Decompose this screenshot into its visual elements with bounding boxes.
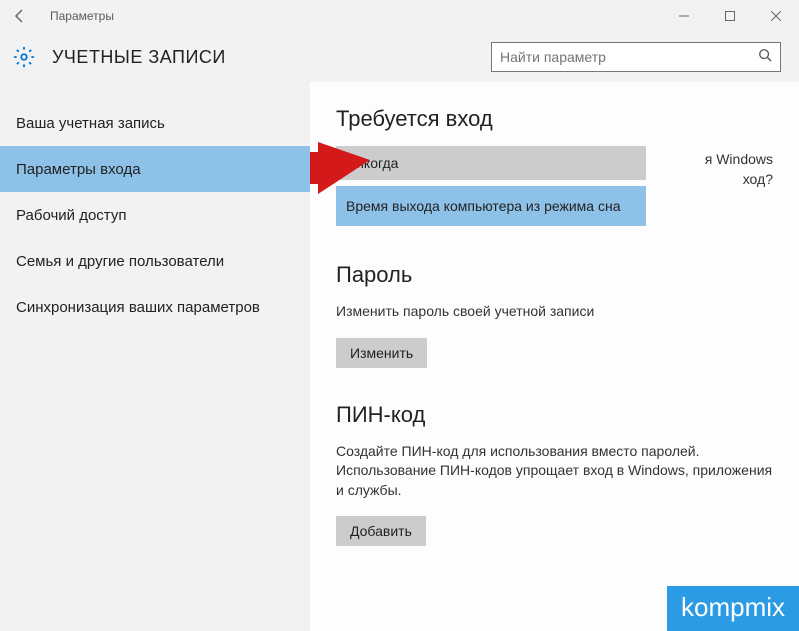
require-signin-dropdown-area: я Windows ход? Никогда Время выхода комп… — [336, 146, 773, 226]
section-heading-password: Пароль — [336, 262, 773, 288]
watermark-text: kompmix — [681, 592, 785, 622]
search-input[interactable] — [500, 49, 758, 65]
close-button[interactable] — [753, 0, 799, 32]
search-box[interactable] — [491, 42, 781, 72]
gear-icon — [12, 45, 36, 69]
window-title: Параметры — [50, 9, 114, 23]
sidebar: Ваша учетная запись Параметры входа Рабо… — [0, 82, 310, 631]
password-description: Изменить пароль своей учетной записи — [336, 302, 773, 322]
section-heading-signin: Требуется вход — [336, 106, 773, 132]
window-controls — [661, 0, 799, 32]
sidebar-item-signin-options[interactable]: Параметры входа — [0, 146, 310, 192]
annotation-arrow-icon — [310, 140, 372, 215]
content: Ваша учетная запись Параметры входа Рабо… — [0, 82, 799, 631]
section-heading-pin: ПИН-код — [336, 402, 773, 428]
section-require-signin: Требуется вход я Windows ход? Никогда Вр… — [336, 106, 773, 226]
sidebar-item-label: Рабочий доступ — [16, 207, 126, 224]
titlebar: Параметры — [0, 0, 799, 32]
page-title: УЧЕТНЫЕ ЗАПИСИ — [52, 47, 226, 68]
minimize-button[interactable] — [661, 0, 707, 32]
sidebar-item-family[interactable]: Семья и другие пользователи — [0, 238, 310, 284]
back-button[interactable] — [8, 4, 32, 28]
sidebar-item-label: Синхронизация ваших параметров — [16, 299, 260, 316]
change-password-button[interactable]: Изменить — [336, 338, 427, 368]
maximize-button[interactable] — [707, 0, 753, 32]
sidebar-item-label: Ваша учетная запись — [16, 115, 165, 132]
section-pin: ПИН-код Создайте ПИН-код для использован… — [336, 402, 773, 547]
sidebar-item-account[interactable]: Ваша учетная запись — [0, 100, 310, 146]
watermark: kompmix — [667, 586, 799, 631]
search-icon — [758, 48, 772, 67]
signin-description-partial: я Windows ход? — [705, 150, 773, 189]
add-pin-button[interactable]: Добавить — [336, 516, 426, 546]
sidebar-item-label: Семья и другие пользователи — [16, 253, 224, 270]
sidebar-item-work-access[interactable]: Рабочий доступ — [0, 192, 310, 238]
sidebar-item-sync[interactable]: Синхронизация ваших параметров — [0, 284, 310, 330]
section-password: Пароль Изменить пароль своей учетной зап… — [336, 262, 773, 368]
require-signin-selected[interactable]: Никогда — [336, 146, 646, 180]
require-signin-option-sleep[interactable]: Время выхода компьютера из режима сна — [336, 186, 646, 226]
header: УЧЕТНЫЕ ЗАПИСИ — [0, 32, 799, 82]
main-panel: Требуется вход я Windows ход? Никогда Вр… — [310, 82, 799, 631]
sidebar-item-label: Параметры входа — [16, 161, 141, 178]
pin-description: Создайте ПИН-код для использования вмест… — [336, 442, 773, 501]
dropdown-option-label: Время выхода компьютера из режима сна — [346, 198, 620, 214]
